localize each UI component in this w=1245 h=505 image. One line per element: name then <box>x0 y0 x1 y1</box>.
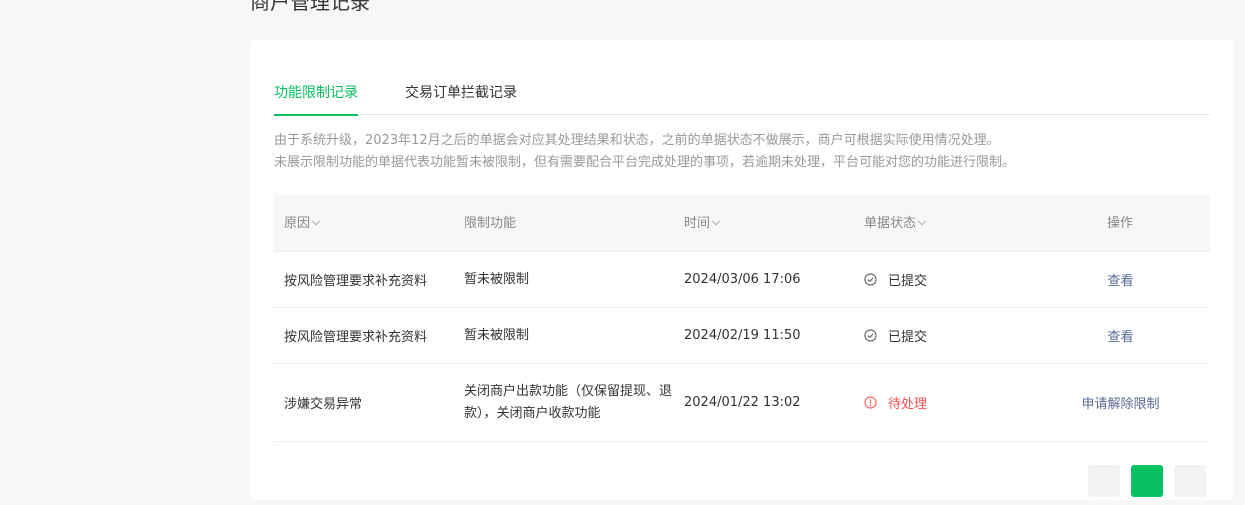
header-reason[interactable]: 原因 <box>284 195 321 252</box>
header-time[interactable]: 时间 <box>684 195 721 252</box>
status-badge: 待处理 <box>888 397 928 412</box>
chevron-down-icon <box>311 216 321 226</box>
notice-line-1: 由于系统升级，2023年12月之后的单据会对应其处理结果和状态，之前的单据状态不… <box>274 133 1000 148</box>
cell-status: 已提交 <box>864 308 1044 363</box>
header-status-label: 单据状态 <box>864 216 917 231</box>
next-page-button[interactable] <box>1174 465 1206 497</box>
chevron-down-icon <box>917 216 927 226</box>
check-circle-icon <box>864 273 877 286</box>
status-badge: 已提交 <box>888 330 928 345</box>
cell-restriction: 暂未被限制 <box>464 327 530 343</box>
record-tabs: 功能限制记录 交易订单拦截记录 <box>274 74 1210 116</box>
header-status[interactable]: 单据状态 <box>864 195 927 252</box>
cell-status: 已提交 <box>864 252 1044 307</box>
header-restriction: 限制功能 <box>464 216 517 231</box>
cell-reason: 按风险管理要求补充资料 <box>284 330 428 345</box>
cell-reason: 按风险管理要求补充资料 <box>284 274 428 289</box>
header-reason-label: 原因 <box>284 216 311 231</box>
status-badge: 已提交 <box>888 274 928 289</box>
view-link[interactable]: 查看 <box>1107 270 1133 289</box>
table-row: 涉嫌交易异常 关闭商户出款功能（仅保留提现、退款），关闭商户收款功能 2024/… <box>274 364 1210 442</box>
cell-restriction: 暂未被限制 <box>464 271 530 287</box>
cell-time: 2024/02/19 11:50 <box>684 328 801 343</box>
header-action: 操作 <box>1107 216 1134 231</box>
records-card: 功能限制记录 交易订单拦截记录 由于系统升级，2023年12月之后的单据会对应其… <box>250 40 1234 500</box>
chevron-down-icon <box>711 216 721 226</box>
request-lift-restriction-link[interactable]: 申请解除限制 <box>1081 393 1159 412</box>
check-circle-icon <box>864 329 877 342</box>
current-page-button[interactable] <box>1131 465 1163 497</box>
cell-time: 2024/01/22 13:02 <box>684 395 801 410</box>
cell-restriction: 关闭商户出款功能（仅保留提现、退款），关闭商户收款功能 <box>464 383 673 421</box>
notice-line-2: 未展示限制功能的单据代表功能暂未被限制，但有需要配合平台完成处理的事项，若逾期未… <box>274 155 1016 170</box>
page-title: 商户管理记录 <box>250 0 370 14</box>
cell-action: 申请解除限制 <box>1044 364 1197 441</box>
view-link[interactable]: 查看 <box>1107 326 1133 345</box>
tab-function-restriction[interactable]: 功能限制记录 <box>274 82 358 116</box>
table-row: 按风险管理要求补充资料 暂未被限制 2024/02/19 11:50 已提交 查… <box>274 308 1210 364</box>
table-row: 按风险管理要求补充资料 暂未被限制 2024/03/06 17:06 已提交 查… <box>274 252 1210 308</box>
cell-time: 2024/03/06 17:06 <box>684 272 801 287</box>
cell-action: 查看 <box>1044 252 1197 307</box>
cell-status: 待处理 <box>864 364 1044 441</box>
tab-order-interception[interactable]: 交易订单拦截记录 <box>405 82 517 115</box>
header-time-label: 时间 <box>684 216 711 231</box>
notice-text: 由于系统升级，2023年12月之后的单据会对应其处理结果和状态，之前的单据状态不… <box>274 130 1210 174</box>
cell-reason: 涉嫌交易异常 <box>284 397 363 412</box>
alert-circle-icon <box>864 396 877 409</box>
prev-page-button[interactable] <box>1088 465 1120 497</box>
records-table: 原因 限制功能 时间 单据状态 操作 按风险管理要求补充资料 暂未被限制 202… <box>274 195 1210 442</box>
table-header: 原因 限制功能 时间 单据状态 操作 <box>274 195 1210 252</box>
cell-action: 查看 <box>1044 308 1197 363</box>
